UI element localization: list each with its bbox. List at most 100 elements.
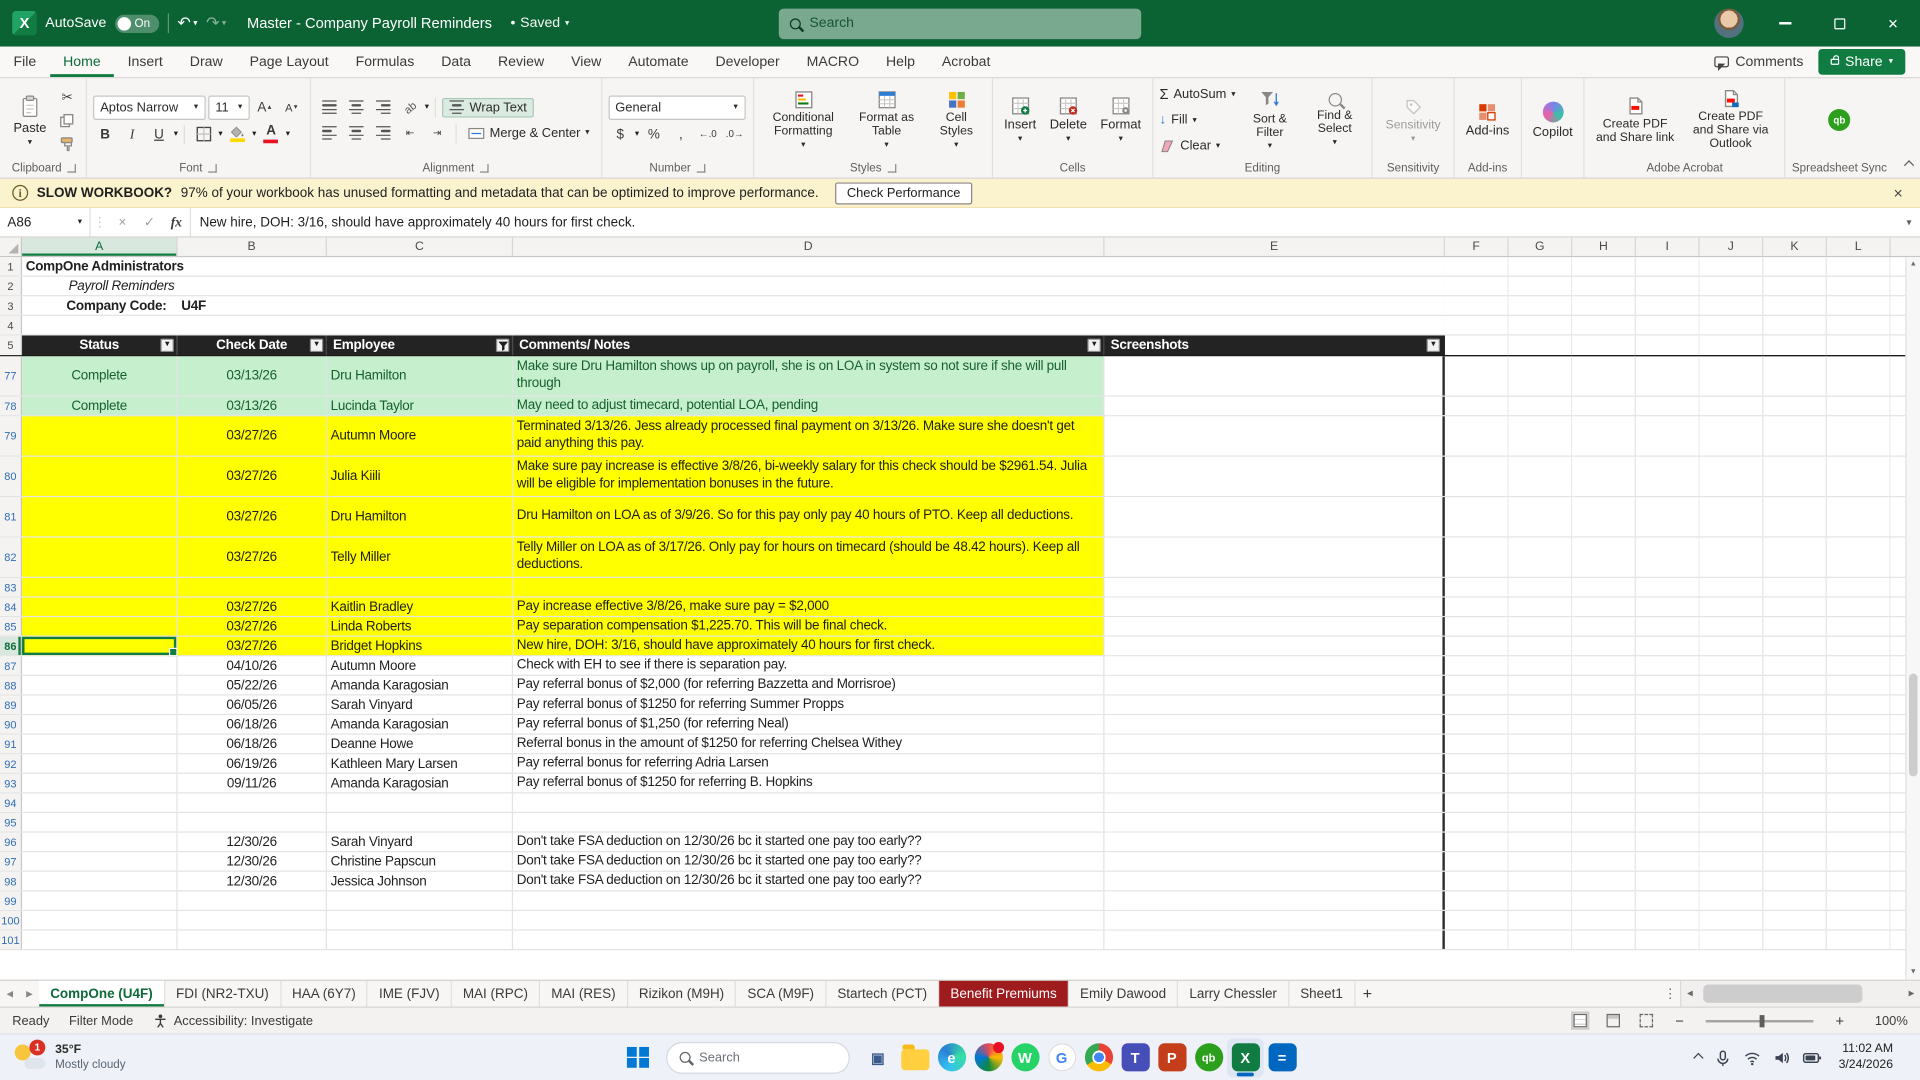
cell-A97[interactable] xyxy=(22,852,178,871)
conditional-formatting-button[interactable]: Conditional Formatting ▾ xyxy=(760,88,846,152)
row-header-85[interactable]: 85 xyxy=(0,617,23,636)
cell-A81[interactable] xyxy=(22,497,178,537)
align-left-button[interactable] xyxy=(317,122,341,144)
hidden-icons-chevron[interactable] xyxy=(1692,1052,1703,1063)
ribbon-tab-page-layout[interactable]: Page Layout xyxy=(236,47,342,78)
increase-font-size-button[interactable]: A ▴ xyxy=(252,96,276,118)
autosum-button[interactable]: Σ AutoSum ▾ xyxy=(1159,83,1235,105)
insert-function-icon[interactable]: fx xyxy=(163,208,190,236)
cell-C89[interactable]: Sarah Vinyard xyxy=(327,695,514,714)
filter-header-employee[interactable]: Employee xyxy=(326,335,514,356)
ribbon-tab-help[interactable]: Help xyxy=(873,47,929,78)
cell-E92[interactable] xyxy=(1104,754,1445,773)
cell-C3[interactable] xyxy=(327,296,513,314)
filter-header-check-date[interactable]: Check Date ▾ xyxy=(177,335,327,356)
cell-E80[interactable] xyxy=(1104,456,1445,496)
row-header-77[interactable]: 77 xyxy=(0,356,23,396)
clear-dropdown-icon[interactable]: ▾ xyxy=(1216,141,1220,150)
cell-E3[interactable] xyxy=(1104,296,1444,314)
cell-styles-dropdown-icon[interactable]: ▾ xyxy=(954,141,958,150)
column-header-C[interactable]: C xyxy=(327,237,514,256)
titlebar-search[interactable] xyxy=(778,7,1142,39)
cell-B101[interactable] xyxy=(178,930,327,949)
column-header-G[interactable]: G xyxy=(1509,237,1573,256)
share-dropdown-icon[interactable]: ▾ xyxy=(1889,58,1893,67)
vertical-scrollbar[interactable]: ▲ ▼ xyxy=(1905,257,1920,980)
row-header-89[interactable]: 89 xyxy=(0,695,23,714)
cell-B97[interactable]: 12/30/26 xyxy=(178,852,327,871)
task-view-button[interactable]: ▣ xyxy=(860,1038,897,1077)
cell-E93[interactable] xyxy=(1104,773,1445,793)
cell-D82[interactable]: Telly Miller on LOA as of 3/17/26. Only … xyxy=(513,537,1105,577)
cell-C92[interactable]: Kathleen Mary Larsen xyxy=(327,754,514,773)
ribbon-tab-draw[interactable]: Draw xyxy=(176,47,236,78)
formula-bar-expand-icon[interactable]: ▾ xyxy=(1898,208,1920,236)
alignment-dialog-launcher[interactable] xyxy=(480,163,489,173)
cancel-entry-icon[interactable]: × xyxy=(109,208,136,236)
save-status[interactable]: • Saved ▾ xyxy=(510,16,569,31)
font-name-select[interactable]: Aptos Narrow ▾ xyxy=(92,94,206,120)
row-header-91[interactable]: 91 xyxy=(0,734,23,754)
cell-B3[interactable]: U4F xyxy=(178,296,327,314)
cell-E99[interactable] xyxy=(1104,891,1445,910)
spreadsheet-sync-button[interactable]: qb xyxy=(1823,107,1855,134)
number-dialog-launcher[interactable] xyxy=(696,163,706,173)
row-header-101[interactable]: 101 xyxy=(0,930,23,949)
cell-E91[interactable] xyxy=(1104,734,1445,754)
save-status-chevron-icon[interactable]: ▾ xyxy=(565,19,569,28)
borders-button[interactable] xyxy=(191,123,215,145)
cell-A78[interactable]: Complete xyxy=(22,396,178,416)
sheet-tab-haa-6y7[interactable]: HAA (6Y7) xyxy=(281,980,368,1007)
cell-A91[interactable] xyxy=(22,734,178,754)
cell-C88[interactable]: Amanda Karagosian xyxy=(327,675,514,695)
zoom-in-button[interactable]: + xyxy=(1833,1012,1846,1029)
sheet-tab-fdi-nr2-txu[interactable]: FDI (NR2-TXU) xyxy=(165,980,282,1007)
cut-button[interactable]: ✂ xyxy=(55,86,79,108)
cell-B84[interactable]: 03/27/26 xyxy=(177,597,327,616)
scroll-right-icon[interactable]: ▶ xyxy=(1903,981,1920,1007)
volume-icon[interactable] xyxy=(1772,1049,1789,1066)
scroll-up-icon[interactable]: ▲ xyxy=(1910,257,1917,272)
excel-app[interactable]: X xyxy=(1226,1037,1264,1077)
autosum-dropdown-icon[interactable]: ▾ xyxy=(1231,90,1235,99)
cell-D77[interactable]: Make sure Dru Hamilton shows up on payro… xyxy=(513,356,1105,396)
file-explorer[interactable] xyxy=(896,1038,933,1077)
sheet-tab-sheet1[interactable]: Sheet1 xyxy=(1289,980,1356,1007)
sort-filter-dropdown-icon[interactable]: ▾ xyxy=(1268,142,1272,151)
cell-C84[interactable]: Kaitlin Bradley xyxy=(326,597,514,616)
google-app[interactable]: G xyxy=(1043,1038,1080,1077)
cell-B80[interactable]: 03/27/26 xyxy=(177,456,327,496)
photos-app[interactable] xyxy=(970,1038,1007,1077)
wifi-icon[interactable] xyxy=(1743,1049,1760,1066)
cell-E96[interactable] xyxy=(1104,832,1445,852)
cell-C77[interactable]: Dru Hamilton xyxy=(326,356,514,396)
cell-A101[interactable] xyxy=(22,930,178,949)
insert-cells-button[interactable]: Insert ▾ xyxy=(999,94,1041,145)
ribbon-tab-developer[interactable]: Developer xyxy=(702,47,793,78)
check-performance-button[interactable]: Check Performance xyxy=(834,181,973,204)
filter-button-screenshots[interactable]: ▾ xyxy=(1426,338,1441,353)
excel-app-icon[interactable]: X xyxy=(12,11,37,36)
fill-button[interactable]: ↓ Fill ▾ xyxy=(1159,109,1235,131)
cell-B100[interactable] xyxy=(178,911,327,930)
underline-dropdown-icon[interactable]: ▾ xyxy=(174,130,178,139)
microphone-icon[interactable] xyxy=(1714,1049,1731,1066)
row-header-83[interactable]: 83 xyxy=(0,577,23,597)
cell-D3[interactable] xyxy=(513,296,1104,314)
percent-style-button[interactable]: % xyxy=(642,123,666,145)
cell-E77[interactable] xyxy=(1104,356,1445,396)
increase-decimal-button[interactable]: ←.0 xyxy=(696,123,720,145)
powerpoint-app[interactable]: P xyxy=(1153,1038,1190,1077)
row-header-99[interactable]: 99 xyxy=(0,891,23,910)
page-break-view-button[interactable] xyxy=(1639,1013,1654,1028)
whatsapp[interactable]: W xyxy=(1007,1038,1044,1077)
weather-widget[interactable]: 1 35°F Mostly cloudy xyxy=(0,1035,140,1080)
row-header-2[interactable]: 2 xyxy=(0,276,23,296)
decrease-font-size-button[interactable]: A ▾ xyxy=(279,96,303,118)
cell-D91[interactable]: Referral bonus in the amount of $1250 fo… xyxy=(513,734,1105,754)
row-header-5[interactable]: 5 xyxy=(0,335,23,356)
taskbar-search[interactable] xyxy=(666,1041,850,1074)
taskbar-clock[interactable]: 11:02 AM 3/24/2026 xyxy=(1839,1042,1893,1073)
cell-D101[interactable] xyxy=(513,930,1105,949)
minimize-button[interactable] xyxy=(1758,0,1812,47)
